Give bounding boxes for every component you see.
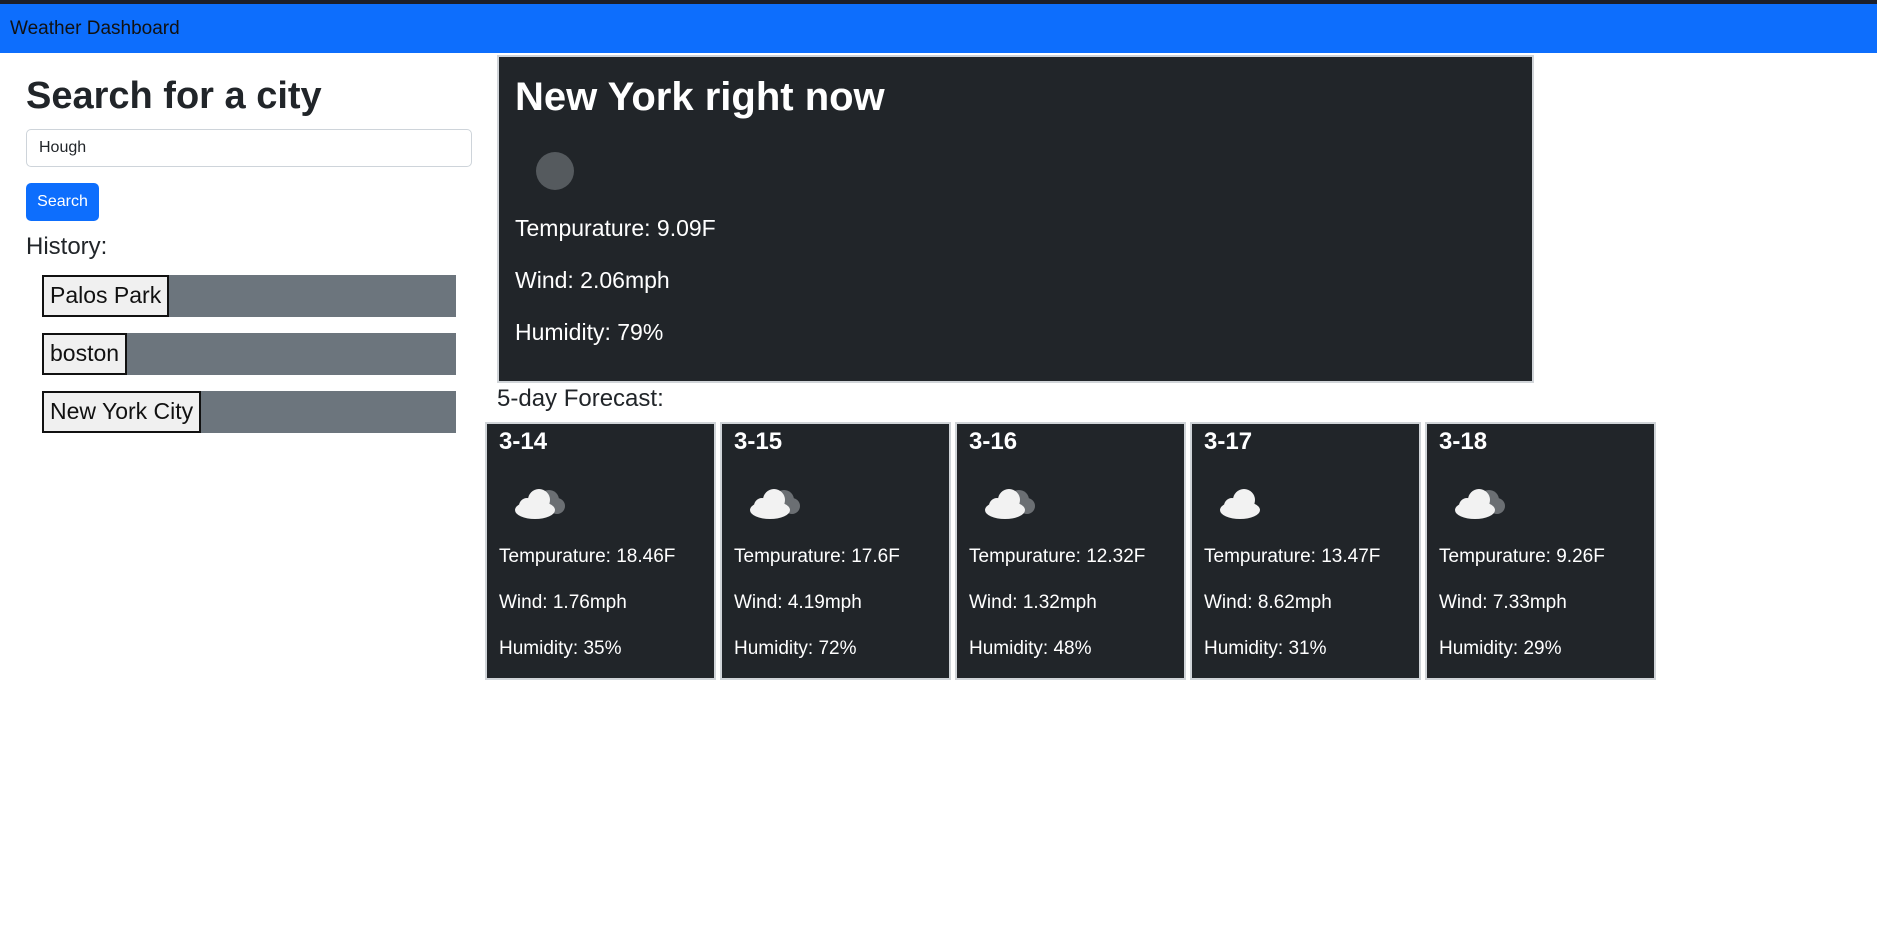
forecast-humidity: Humidity: 48% [969,638,1092,659]
current-weather-card: New York right now Tempurature: 9.09F Wi… [497,55,1534,383]
current-wind: Wind: 2.06mph [515,267,670,293]
forecast-humidity: Humidity: 72% [734,638,857,659]
city-search-input[interactable] [26,128,472,167]
history-title: History: [26,232,108,260]
forecast-card: 3-16 Tempurature: 12.32F Wind: 1.32mph H… [955,422,1186,680]
forecast-temperature: Tempurature: 12.32F [969,546,1146,567]
forecast-date: 3-15 [734,428,783,455]
cloud-icon [985,489,1035,519]
weather-icon [536,152,574,190]
history-item: Palos Park [42,274,456,317]
forecast-temperature: Tempurature: 17.6F [734,546,900,567]
history-list: Palos Park boston New York City [26,274,472,433]
forecast-temperature: Tempurature: 13.47F [1204,546,1381,567]
search-title: Search for a city [26,75,322,117]
forecast-date: 3-14 [499,428,548,455]
forecast-wind: Wind: 7.33mph [1439,592,1567,613]
cloud-icon [1455,489,1505,519]
forecast-wind: Wind: 1.76mph [499,592,627,613]
forecast-date: 3-17 [1204,428,1253,455]
search-button[interactable]: Search [26,182,99,221]
search-panel: Search for a city Search History: Palos … [26,53,472,449]
forecast-card: 3-17 Tempurature: 13.47F Wind: 8.62mph H… [1190,422,1421,680]
forecast-humidity: Humidity: 29% [1439,638,1562,659]
current-city-title: New York right now [515,75,885,119]
forecast-temperature: Tempurature: 18.46F [499,546,676,567]
current-humidity: Humidity: 79% [515,319,664,345]
forecast-humidity: Humidity: 35% [499,638,622,659]
forecast-date: 3-18 [1439,428,1488,455]
forecast-date: 3-16 [969,428,1018,455]
forecast-wind: Wind: 1.32mph [969,592,1097,613]
history-item: boston [42,332,456,375]
current-temperature: Tempurature: 9.09F [515,215,716,241]
forecast-humidity: Humidity: 31% [1204,638,1327,659]
forecast-wind: Wind: 4.19mph [734,592,862,613]
cloud-icon [750,489,800,519]
forecast-row: 3-14 Tempurature: 18.46F Wind: 1.76mph H… [485,422,1656,680]
navbar: Weather Dashboard [0,4,1877,53]
forecast-wind: Wind: 8.62mph [1204,592,1332,613]
history-button-boston[interactable]: boston [42,332,128,375]
history-item: New York City [42,390,456,433]
forecast-card: 3-15 Tempurature: 17.6F Wind: 4.19mph Hu… [720,422,951,680]
history-button-new-york-city[interactable]: New York City [42,390,202,433]
navbar-brand[interactable]: Weather Dashboard [10,18,180,40]
cloud-icon [515,489,565,519]
forecast-temperature: Tempurature: 9.26F [1439,546,1605,567]
forecast-card: 3-14 Tempurature: 18.46F Wind: 1.76mph H… [485,422,716,680]
forecast-card: 3-18 Tempurature: 9.26F Wind: 7.33mph Hu… [1425,422,1656,680]
history-button-palos-park[interactable]: Palos Park [42,274,170,317]
forecast-title: 5-day Forecast: [497,385,664,412]
cloud-icon [1220,489,1260,519]
